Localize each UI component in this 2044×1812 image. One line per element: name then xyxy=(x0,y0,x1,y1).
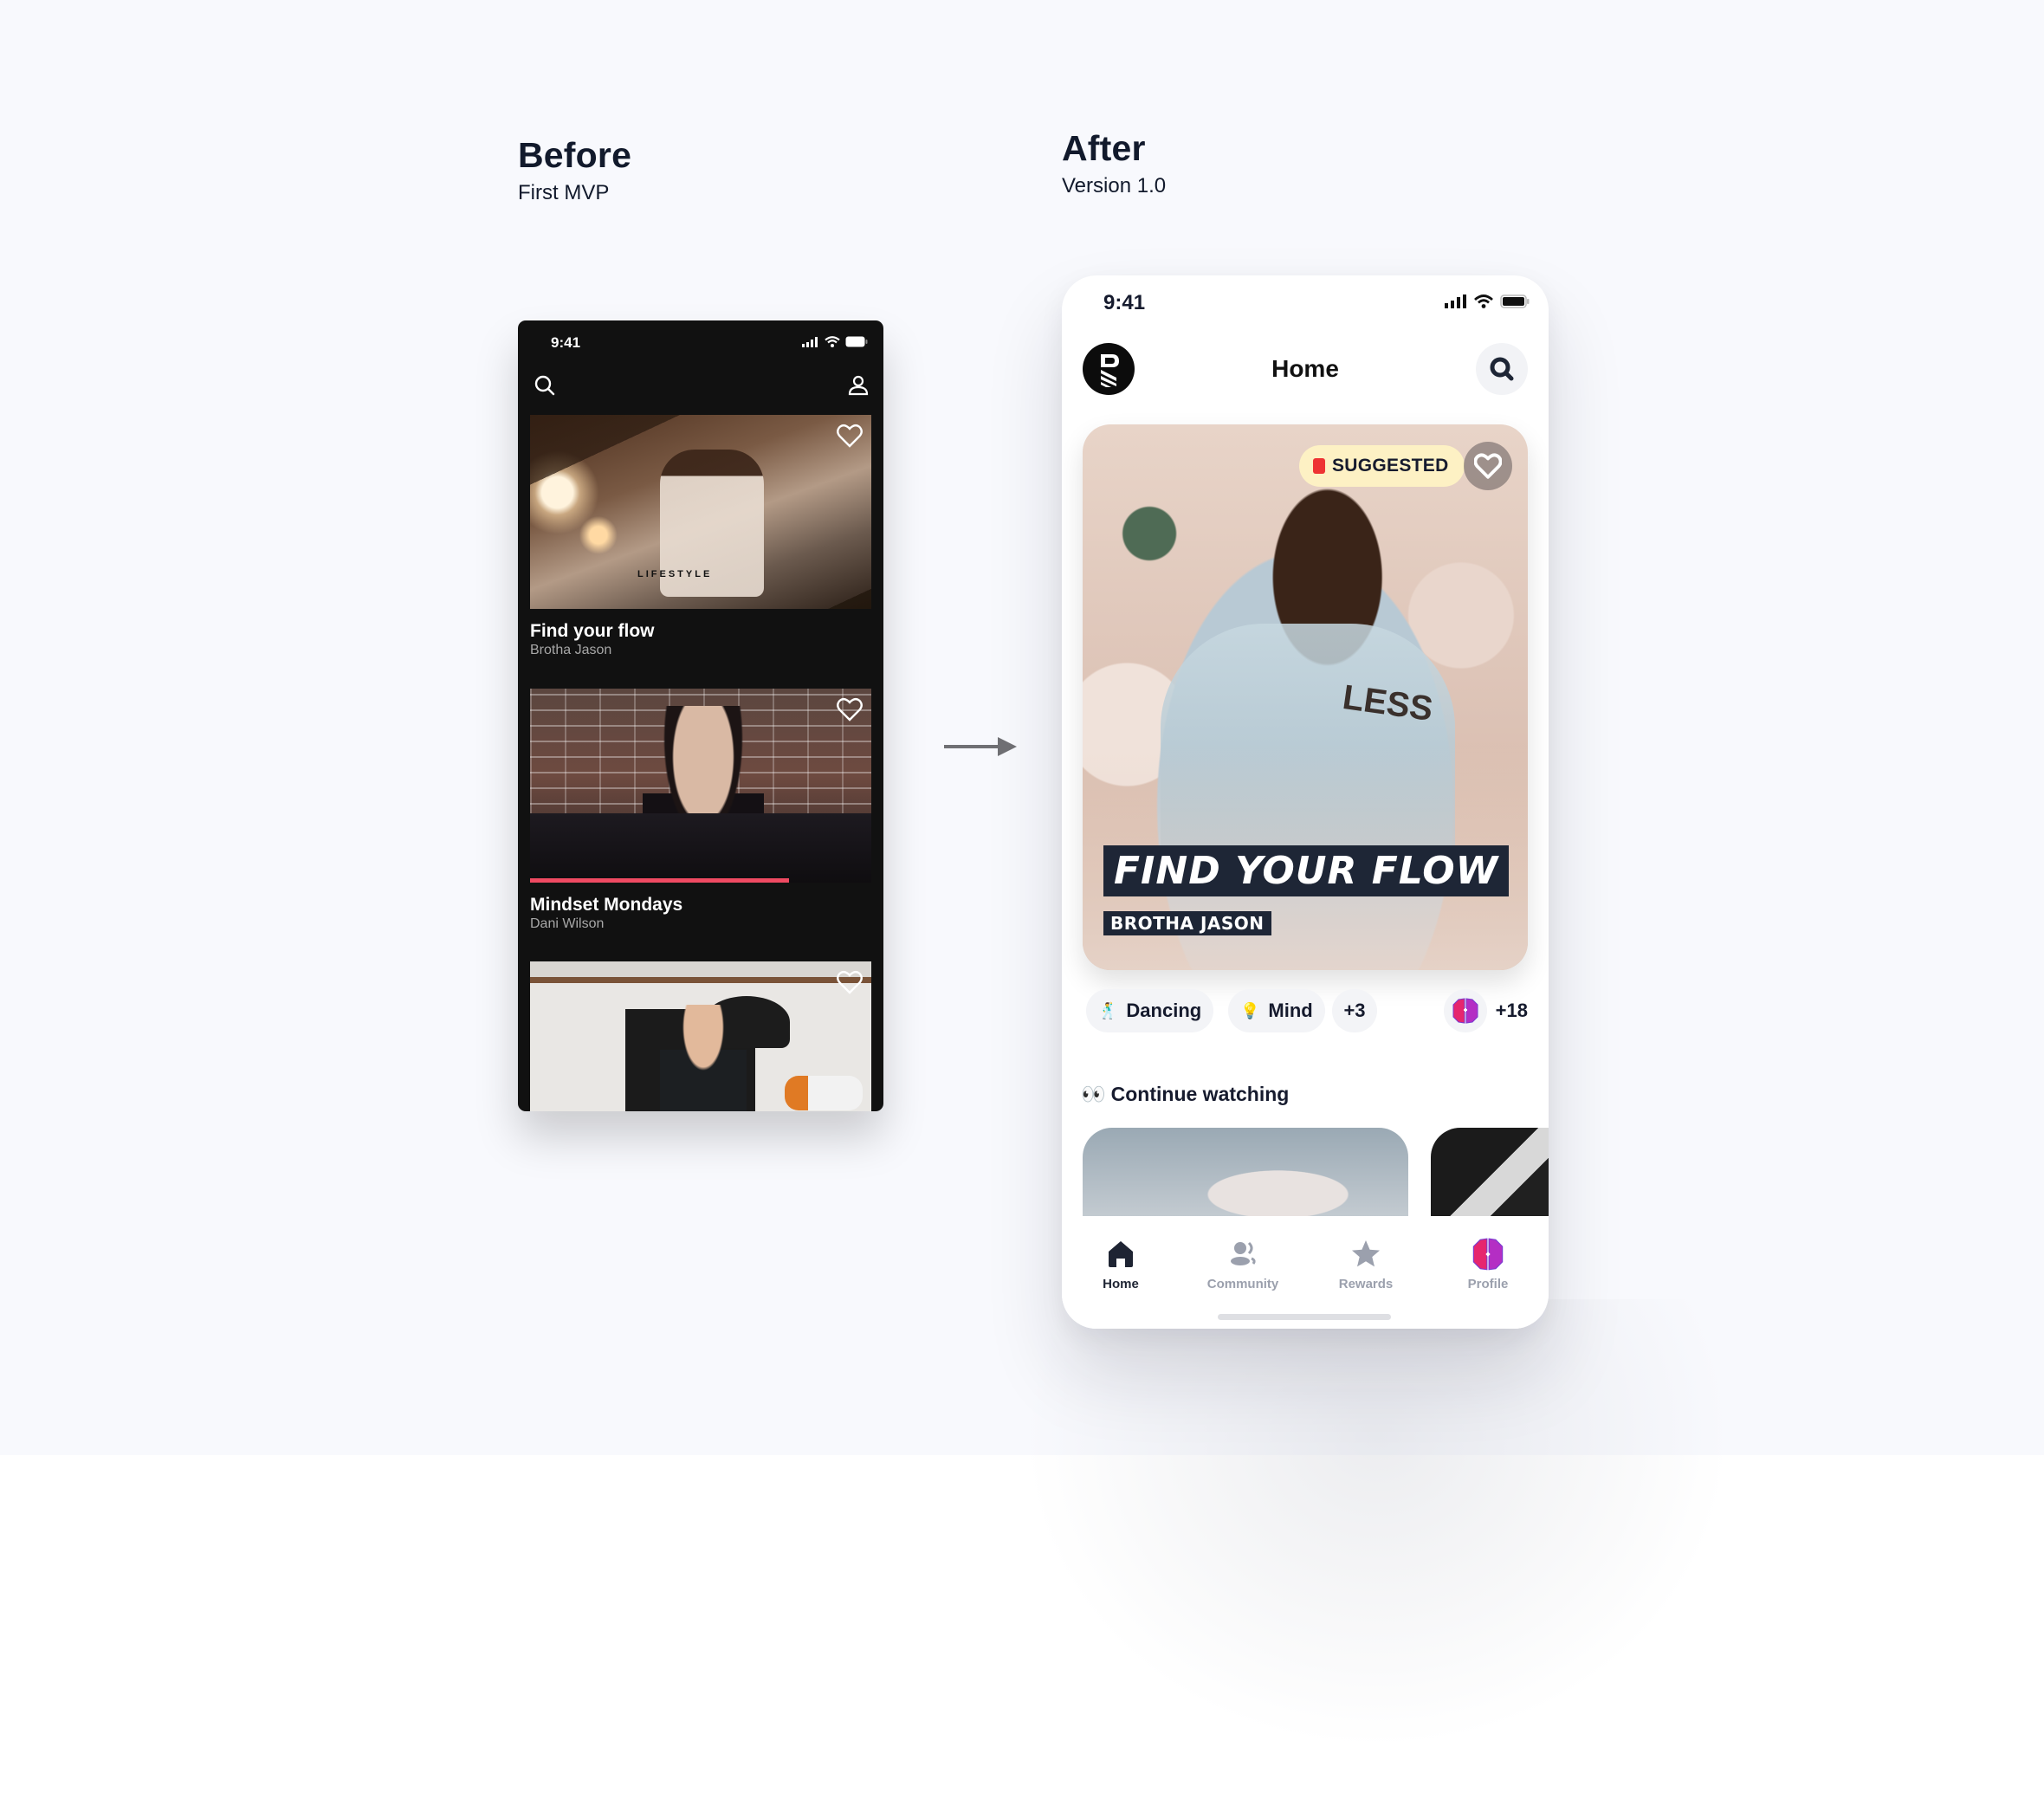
status-time: 9:41 xyxy=(1103,291,1146,314)
heart-icon[interactable] xyxy=(837,697,863,722)
before-heading: Before First MVP xyxy=(518,135,631,205)
brain-bubble xyxy=(1443,989,1487,1032)
chip-dancing[interactable]: 🕺 Dancing xyxy=(1086,989,1214,1032)
community-icon xyxy=(1231,1241,1256,1265)
brain-points[interactable]: +18 xyxy=(1443,989,1528,1032)
video-card[interactable]: Mindset Mondays Dani Wilson xyxy=(530,689,871,932)
status-icons xyxy=(802,336,868,347)
shadow-fade xyxy=(1022,1299,1732,1750)
brain-icon xyxy=(1472,1238,1504,1271)
tab-rewards[interactable]: Rewards xyxy=(1314,1237,1418,1291)
search-button[interactable] xyxy=(1476,343,1528,395)
after-phone-screen: 9:41 Home LESS SUGGESTED FIND YOUR FLOW … xyxy=(1062,275,1549,1329)
search-icon xyxy=(1490,357,1514,381)
star-icon xyxy=(1352,1240,1380,1267)
signal-icon xyxy=(802,336,818,347)
before-subtitle: First MVP xyxy=(518,181,610,204)
thumbnail-bike xyxy=(785,1076,863,1110)
video-thumbnail[interactable] xyxy=(530,961,871,1111)
continue-watching-heading: 👀 Continue watching xyxy=(1081,1083,1289,1106)
before-title: Before xyxy=(518,135,632,175)
tab-community[interactable]: Community xyxy=(1191,1237,1295,1291)
watch-progress-bar xyxy=(530,878,790,883)
home-indicator xyxy=(1218,1314,1391,1320)
brain-icon xyxy=(1452,998,1478,1024)
before-phone-screen: 9:41 LIFESTYLE Find your flow Brotha Jas… xyxy=(518,320,883,1111)
thumbnail-sofa xyxy=(530,813,871,883)
tab-label: Community xyxy=(1206,1277,1279,1291)
after-subtitle: Version 1.0 xyxy=(1062,174,1167,197)
thumbnail-overlay xyxy=(530,415,871,609)
tab-profile[interactable]: Profile xyxy=(1436,1237,1540,1291)
eyes-icon: 👀 xyxy=(1081,1083,1106,1105)
status-time: 9:41 xyxy=(551,334,581,351)
video-author: Dani Wilson xyxy=(530,916,605,931)
badge-icon xyxy=(1313,458,1325,474)
lightbulb-icon: 💡 xyxy=(1240,1001,1260,1019)
video-card[interactable]: LIFESTYLE Find your flow Brotha Jason xyxy=(530,415,871,658)
continue-watching-card[interactable] xyxy=(1431,1128,1549,1223)
video-card[interactable] xyxy=(530,961,871,1111)
battery-icon xyxy=(845,336,868,347)
suggested-badge: SUGGESTED xyxy=(1299,445,1465,487)
hero-author: BROTHA JASON xyxy=(1103,911,1271,935)
favorite-button[interactable] xyxy=(1464,442,1512,490)
thumbnail-overlay-text: LIFESTYLE xyxy=(637,569,713,579)
tab-home[interactable]: Home xyxy=(1069,1237,1173,1291)
hero-title: FIND YOUR FLOW xyxy=(1103,845,1510,896)
status-bar: 9:41 xyxy=(518,320,883,364)
video-title: Find your flow xyxy=(530,621,655,641)
heart-icon[interactable] xyxy=(837,970,863,994)
continue-watching-card[interactable] xyxy=(1083,1128,1408,1223)
tab-label: Home xyxy=(1103,1277,1139,1291)
signal-icon xyxy=(1445,294,1466,308)
dancer-icon: 🕺 xyxy=(1098,1001,1118,1019)
wifi-icon xyxy=(1474,294,1493,308)
brain-count-label: +18 xyxy=(1495,1000,1528,1021)
chip-label: +3 xyxy=(1343,1000,1366,1021)
heart-icon[interactable] xyxy=(837,424,863,448)
app-header: Home xyxy=(1062,338,1549,407)
chip-label: Dancing xyxy=(1126,1000,1202,1021)
after-heading: After Version 1.0 xyxy=(1062,128,1166,198)
tab-label: Rewards xyxy=(1338,1277,1394,1291)
featured-video-card[interactable]: LESS SUGGESTED FIND YOUR FLOW BROTHA JAS… xyxy=(1083,424,1528,970)
tab-label: Profile xyxy=(1467,1277,1509,1291)
status-icons xyxy=(1445,294,1530,308)
home-icon xyxy=(1109,1241,1133,1267)
chip-mind[interactable]: 💡 Mind xyxy=(1228,989,1325,1032)
bottom-tab-bar: Home Community Rewards Profile xyxy=(1062,1216,1549,1329)
video-thumbnail[interactable]: LIFESTYLE xyxy=(530,415,871,609)
battery-icon xyxy=(1500,294,1530,308)
search-icon[interactable] xyxy=(534,374,556,397)
suggested-label: SUGGESTED xyxy=(1332,456,1449,476)
section-title-text: Continue watching xyxy=(1110,1083,1290,1105)
arrow-right-icon xyxy=(944,737,1017,756)
wifi-icon xyxy=(825,336,840,347)
heart-icon xyxy=(1474,453,1502,479)
video-author: Brotha Jason xyxy=(530,643,612,657)
video-thumbnail[interactable] xyxy=(530,689,871,883)
thumbnail-person xyxy=(660,1005,747,1111)
user-icon[interactable] xyxy=(847,374,870,397)
category-chips: 🕺 Dancing 💡 Mind +3 +18 xyxy=(1086,989,1528,1034)
top-nav xyxy=(518,364,883,407)
after-title: After xyxy=(1062,128,1146,168)
canvas-background xyxy=(0,0,2044,1455)
video-title: Mindset Mondays xyxy=(530,895,683,915)
chip-label: Mind xyxy=(1268,1000,1313,1021)
chip-more[interactable]: +3 xyxy=(1332,989,1377,1032)
